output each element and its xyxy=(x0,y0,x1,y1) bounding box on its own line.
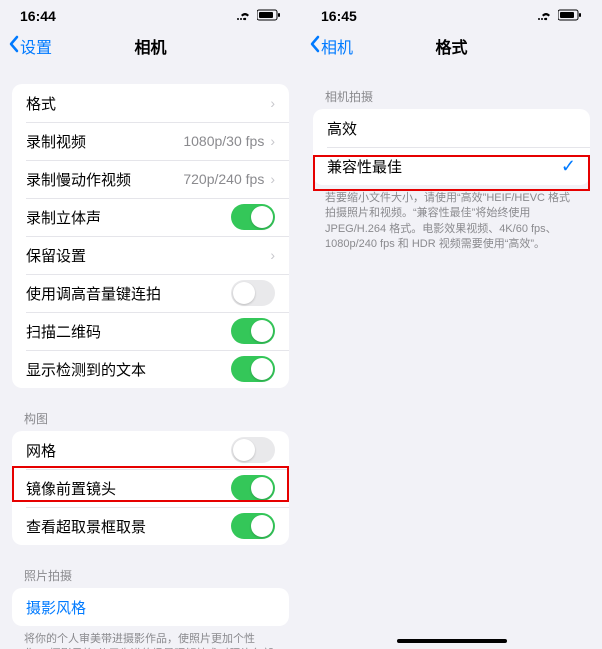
back-label: 设置 xyxy=(20,34,52,58)
back-button[interactable]: 设置 xyxy=(8,34,52,58)
row-label: 查看超取景框取景 xyxy=(26,516,231,537)
chevron-right-icon: › xyxy=(270,171,275,187)
row-preserve[interactable]: 保留设置 › xyxy=(12,236,289,274)
row-volume-burst: 使用调高音量键连拍 xyxy=(12,274,289,312)
row-detail: 720p/240 fps xyxy=(183,171,264,187)
row-label: 录制视频 xyxy=(26,131,183,152)
row-format[interactable]: 格式 › xyxy=(12,84,289,122)
status-time: 16:45 xyxy=(321,8,357,24)
toggle-grid[interactable] xyxy=(231,437,275,463)
toggle-view-outside-frame[interactable] xyxy=(231,513,275,539)
row-label: 镜像前置镜头 xyxy=(26,478,231,499)
row-qr: 扫描二维码 xyxy=(12,312,289,350)
wifi-icon xyxy=(538,8,554,24)
group-header-composition: 构图 xyxy=(24,410,277,427)
home-indicator[interactable] xyxy=(397,639,507,643)
row-record-slomo[interactable]: 录制慢动作视频 720p/240 fps › xyxy=(12,160,289,198)
group-composition: 网格 镜像前置镜头 查看超取景框取景 xyxy=(12,431,289,545)
wifi-icon xyxy=(237,8,253,24)
chevron-right-icon: › xyxy=(270,247,275,263)
phone-right: 16:45 相机 格式 相机拍摄 高效 兼容性最佳 ✓ xyxy=(301,0,602,649)
row-record-video[interactable]: 录制视频 1080p/30 fps › xyxy=(12,122,289,160)
toggle-mirror-front[interactable] xyxy=(231,475,275,501)
settings-scroll[interactable]: 格式 › 录制视频 1080p/30 fps › 录制慢动作视频 720p/24… xyxy=(0,66,301,649)
nav-bar: 相机 格式 xyxy=(301,26,602,66)
status-bar: 16:44 xyxy=(0,6,301,26)
row-label: 格式 xyxy=(26,93,270,114)
row-detail: 1080p/30 fps xyxy=(183,133,264,149)
row-label: 扫描二维码 xyxy=(26,321,231,342)
row-label: 网格 xyxy=(26,440,231,461)
toggle-detect-text[interactable] xyxy=(231,356,275,382)
group-footer-capture: 若要缩小文件大小，请使用“高效”HEIF/HEVC 格式拍摄照片和视频。“兼容性… xyxy=(325,191,578,253)
row-label: 显示检测到的文本 xyxy=(26,359,231,380)
row-high-efficiency[interactable]: 高效 xyxy=(313,109,590,147)
row-most-compatible[interactable]: 兼容性最佳 ✓ xyxy=(313,147,590,185)
row-label: 兼容性最佳 xyxy=(327,156,561,177)
battery-icon xyxy=(257,8,281,24)
row-label: 摄影风格 xyxy=(26,597,275,618)
group-footer-photo: 将你的个人审美带进摄影作品，使照片更加个性化。“摄影风格”使用先进的场景理解技术… xyxy=(24,632,277,649)
row-view-outside-frame: 查看超取景框取景 xyxy=(12,507,289,545)
group-photo: 摄影风格 xyxy=(12,588,289,626)
back-button[interactable]: 相机 xyxy=(309,34,353,58)
row-label: 录制立体声 xyxy=(26,207,231,228)
row-detect-text: 显示检测到的文本 xyxy=(12,350,289,388)
row-photographic-styles[interactable]: 摄影风格 xyxy=(12,588,289,626)
chevron-left-icon xyxy=(309,35,321,58)
row-stereo: 录制立体声 xyxy=(12,198,289,236)
status-bar: 16:45 xyxy=(301,6,602,26)
row-label: 高效 xyxy=(327,118,576,139)
status-time: 16:44 xyxy=(20,8,56,24)
row-label: 保留设置 xyxy=(26,245,270,266)
check-icon: ✓ xyxy=(561,156,576,177)
row-label: 录制慢动作视频 xyxy=(26,169,183,190)
settings-scroll[interactable]: 相机拍摄 高效 兼容性最佳 ✓ 若要缩小文件大小，请使用“高效”HEIF/HEV… xyxy=(301,66,602,649)
status-indicators xyxy=(237,8,281,24)
group-header-photo: 照片拍摄 xyxy=(24,567,277,584)
nav-bar: 设置 相机 xyxy=(0,26,301,66)
toggle-qr[interactable] xyxy=(231,318,275,344)
chevron-left-icon xyxy=(8,35,20,58)
battery-icon xyxy=(558,8,582,24)
status-indicators xyxy=(538,8,582,24)
row-grid: 网格 xyxy=(12,431,289,469)
group-main: 格式 › 录制视频 1080p/30 fps › 录制慢动作视频 720p/24… xyxy=(12,84,289,388)
group-header-capture: 相机拍摄 xyxy=(325,88,578,105)
row-label: 使用调高音量键连拍 xyxy=(26,283,231,304)
chevron-right-icon: › xyxy=(270,95,275,111)
row-mirror-front: 镜像前置镜头 xyxy=(12,469,289,507)
toggle-volume-burst[interactable] xyxy=(231,280,275,306)
chevron-right-icon: › xyxy=(270,133,275,149)
group-capture: 高效 兼容性最佳 ✓ xyxy=(313,109,590,185)
back-label: 相机 xyxy=(321,34,353,58)
toggle-stereo[interactable] xyxy=(231,204,275,230)
phone-left: 16:44 设置 相机 格式 › 录制视频 1080p/3 xyxy=(0,0,301,649)
